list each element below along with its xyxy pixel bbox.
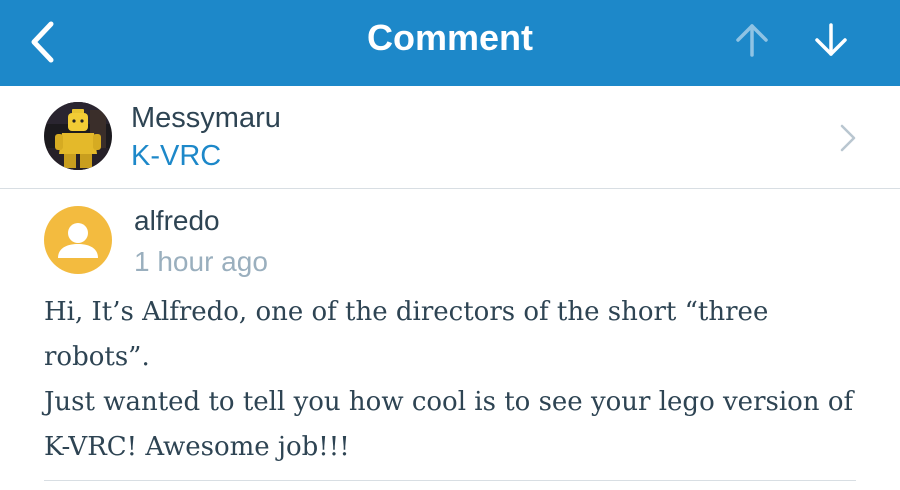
- back-chevron-icon: [31, 21, 54, 63]
- default-user-icon: [58, 223, 98, 258]
- divider: [44, 480, 856, 481]
- back-button[interactable]: [20, 14, 64, 70]
- comment-timestamp: 1 hour ago: [134, 246, 268, 277]
- arrow-down-icon: [815, 23, 847, 56]
- next-comment-button[interactable]: [806, 14, 856, 66]
- site-avatar: [44, 102, 112, 170]
- comment-paragraph: Hi, It’s Alfredo, one of the directors o…: [44, 297, 769, 372]
- comment-author-name[interactable]: alfredo: [134, 205, 220, 237]
- site-author-name: Messymaru: [131, 102, 281, 134]
- comment-author-avatar[interactable]: [44, 206, 112, 274]
- divider: [0, 188, 900, 189]
- previous-comment-button[interactable]: [727, 14, 777, 66]
- chevron-right-icon: [840, 124, 856, 152]
- top-bar: Comment: [0, 0, 900, 86]
- site-header-row[interactable]: Messymaru K-VRC: [0, 86, 900, 188]
- lego-figure-avatar: [44, 102, 112, 170]
- comment-paragraph: Just wanted to tell you how cool is to s…: [44, 387, 854, 462]
- comment-body: Hi, It’s Alfredo, one of the directors o…: [44, 290, 864, 470]
- site-blog-name[interactable]: K-VRC: [131, 140, 221, 173]
- arrow-up-icon: [736, 24, 768, 57]
